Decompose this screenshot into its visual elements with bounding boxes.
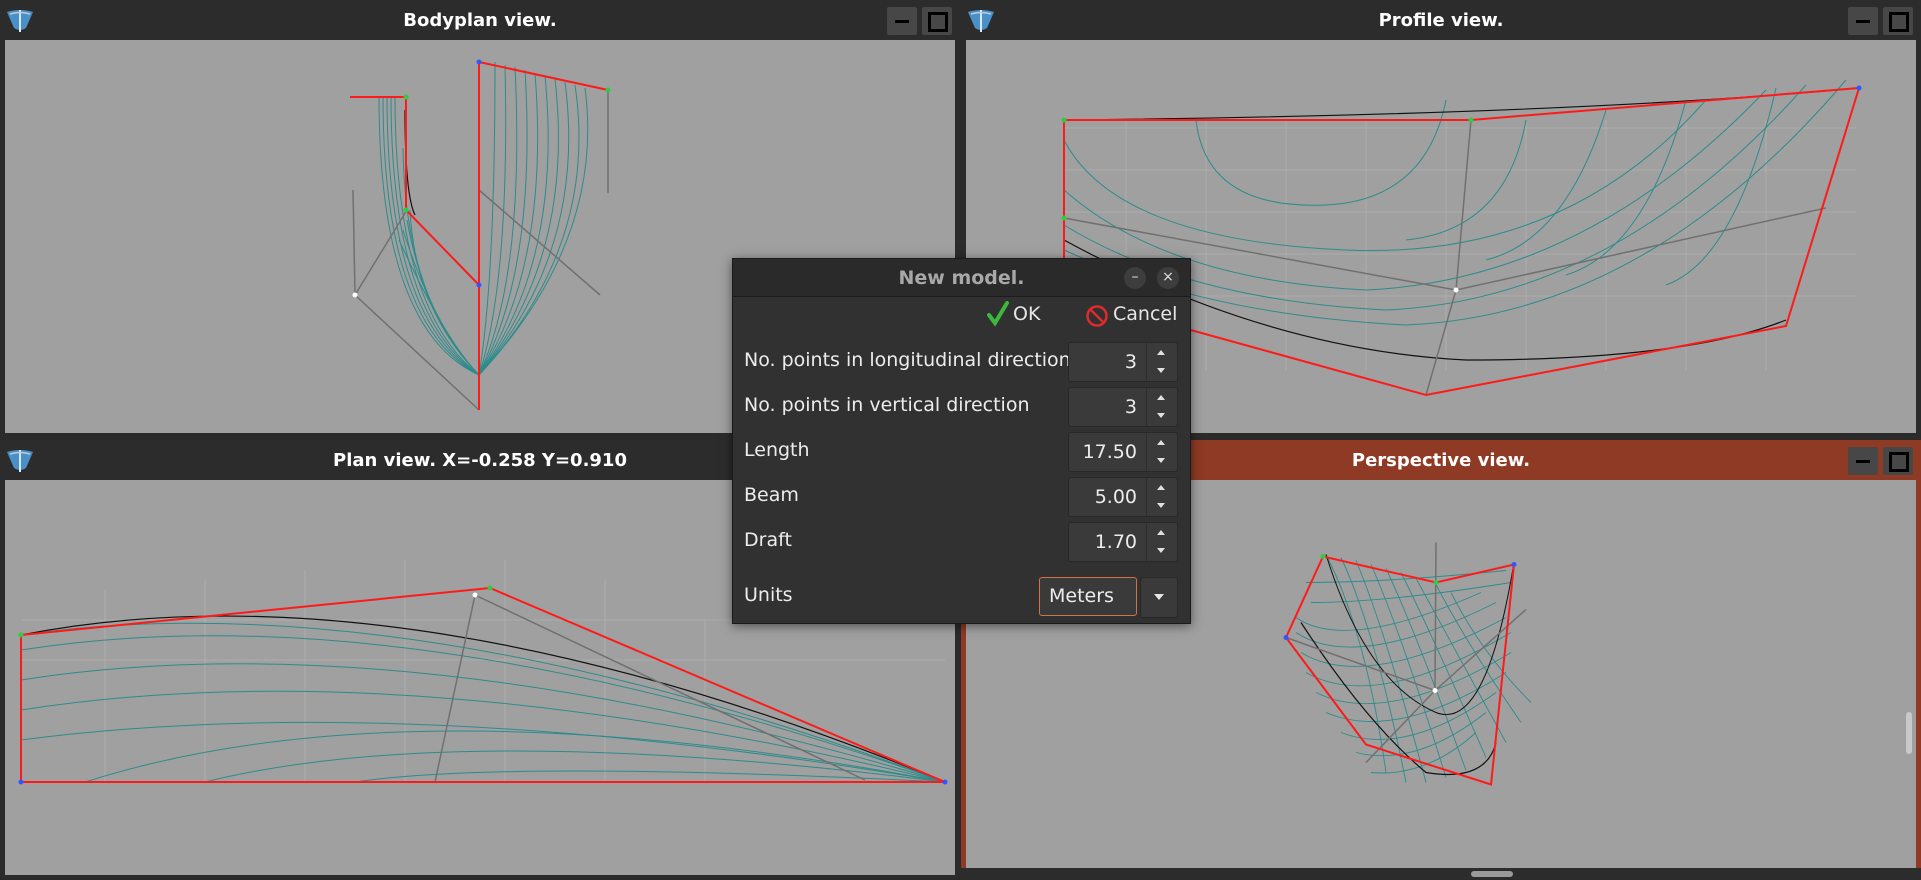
vertical-points-value[interactable]: 3 xyxy=(1069,396,1141,418)
stepper-arrows[interactable] xyxy=(1146,523,1177,561)
stepper-arrows[interactable] xyxy=(1146,343,1177,381)
cancel-button[interactable]: Cancel xyxy=(1085,299,1185,329)
draft-stepper[interactable]: 1.70 xyxy=(1068,522,1178,562)
stepper-arrows[interactable] xyxy=(1146,388,1177,426)
beam-stepper[interactable]: 5.00 xyxy=(1068,477,1178,517)
units-select[interactable]: Meters xyxy=(1039,577,1137,616)
profile-minimize-button[interactable] xyxy=(1848,7,1878,35)
profile-titlebar[interactable]: Profile view. xyxy=(961,0,1921,40)
units-value: Meters xyxy=(1049,585,1114,607)
ok-button[interactable]: OK xyxy=(987,299,1059,329)
draft-value[interactable]: 1.70 xyxy=(1069,531,1141,553)
bodyplan-titlebar[interactable]: Bodyplan view. xyxy=(0,0,960,40)
profile-title: Profile view. xyxy=(1378,10,1504,31)
perspective-vertical-scrollbar[interactable] xyxy=(1906,712,1912,754)
dialog-close-button[interactable]: × xyxy=(1157,267,1179,289)
vertical-points-label: No. points in vertical direction xyxy=(744,394,1030,416)
checkmark-icon xyxy=(987,301,1009,327)
units-dropdown-button[interactable] xyxy=(1140,577,1178,618)
cancel-label: Cancel xyxy=(1113,303,1178,325)
scrollbar-thumb[interactable] xyxy=(1471,871,1513,877)
perspective-horizontal-scrollbar[interactable] xyxy=(961,868,1921,880)
units-label: Units xyxy=(744,584,793,606)
beam-label: Beam xyxy=(744,484,799,506)
longitudinal-points-stepper[interactable]: 3 xyxy=(1068,342,1178,382)
bodyplan-title: Bodyplan view. xyxy=(403,10,557,31)
bodyplan-maximize-button[interactable] xyxy=(922,7,952,35)
dialog-title: New model. xyxy=(898,267,1025,289)
ok-label: OK xyxy=(1013,303,1041,325)
length-value[interactable]: 17.50 xyxy=(1069,441,1141,463)
length-stepper[interactable]: 17.50 xyxy=(1068,432,1178,472)
longitudinal-points-label: No. points in longitudinal direction xyxy=(744,349,1071,371)
new-model-dialog: New model. – × OK Cancel No. points in l… xyxy=(732,258,1191,624)
draft-label: Draft xyxy=(744,529,792,551)
dialog-minimize-button[interactable]: – xyxy=(1124,267,1146,289)
perspective-minimize-button[interactable] xyxy=(1848,447,1878,475)
stepper-arrows[interactable] xyxy=(1146,433,1177,471)
length-label: Length xyxy=(744,439,810,461)
dialog-titlebar[interactable]: New model. – × xyxy=(733,259,1190,297)
longitudinal-points-value[interactable]: 3 xyxy=(1069,351,1141,373)
beam-value[interactable]: 5.00 xyxy=(1069,486,1141,508)
stepper-arrows[interactable] xyxy=(1146,478,1177,516)
bodyplan-minimize-button[interactable] xyxy=(887,7,917,35)
no-entry-icon xyxy=(1086,305,1108,327)
profile-maximize-button[interactable] xyxy=(1883,7,1913,35)
vertical-points-stepper[interactable]: 3 xyxy=(1068,387,1178,427)
perspective-maximize-button[interactable] xyxy=(1883,447,1913,475)
